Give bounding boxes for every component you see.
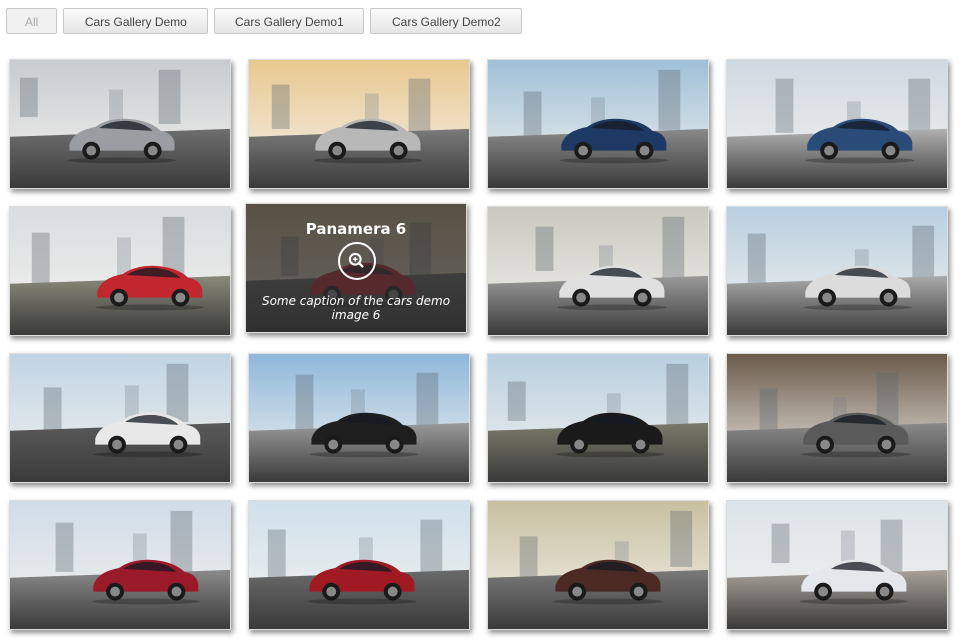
gallery-thumbnail[interactable] (726, 500, 948, 630)
gallery-thumbnail[interactable] (248, 353, 470, 483)
filter-cars-gallery-demo2-button[interactable]: Cars Gallery Demo2 (370, 8, 523, 34)
filter-bar: All Cars Gallery Demo Cars Gallery Demo1… (6, 8, 523, 34)
car-photo (727, 354, 947, 482)
car-photo (249, 501, 469, 629)
thumbnail-title: Panamera 6 (305, 220, 407, 238)
gallery-thumbnail[interactable] (487, 500, 709, 630)
gallery-thumbnail[interactable] (726, 59, 948, 189)
gallery-thumbnail[interactable] (726, 353, 948, 483)
gallery-thumbnail[interactable] (9, 59, 231, 189)
hover-overlay[interactable]: Panamera 6 Some caption of the cars demo … (246, 204, 466, 332)
gallery-thumbnail[interactable] (248, 59, 470, 189)
car-photo (488, 354, 708, 482)
gallery-thumbnail[interactable] (726, 206, 948, 336)
car-photo (249, 60, 469, 188)
gallery-thumbnail[interactable] (487, 353, 709, 483)
filter-cars-gallery-demo-button[interactable]: Cars Gallery Demo (63, 8, 209, 34)
car-photo (10, 354, 230, 482)
gallery-thumbnail[interactable] (9, 500, 231, 630)
car-photo (488, 501, 708, 629)
car-photo (488, 60, 708, 188)
filter-cars-gallery-demo1-button[interactable]: Cars Gallery Demo1 (214, 8, 365, 34)
gallery-thumbnail[interactable] (9, 206, 231, 336)
car-photo (727, 60, 947, 188)
car-photo (10, 60, 230, 188)
gallery-thumbnail[interactable] (487, 206, 709, 336)
gallery-thumbnail[interactable] (248, 500, 470, 630)
car-photo (727, 501, 947, 629)
gallery-thumbnail[interactable] (487, 59, 709, 189)
car-photo (10, 501, 230, 629)
car-photo (10, 207, 230, 335)
gallery-thumbnail[interactable]: Panamera 6 Some caption of the cars demo … (245, 203, 467, 333)
gallery-thumbnail[interactable] (9, 353, 231, 483)
car-photo (488, 207, 708, 335)
filter-all-button[interactable]: All (6, 8, 58, 34)
zoom-icon[interactable] (338, 242, 376, 280)
car-photo (727, 207, 947, 335)
thumbnail-caption: Some caption of the cars demo image 6 (261, 294, 451, 322)
car-photo (249, 354, 469, 482)
